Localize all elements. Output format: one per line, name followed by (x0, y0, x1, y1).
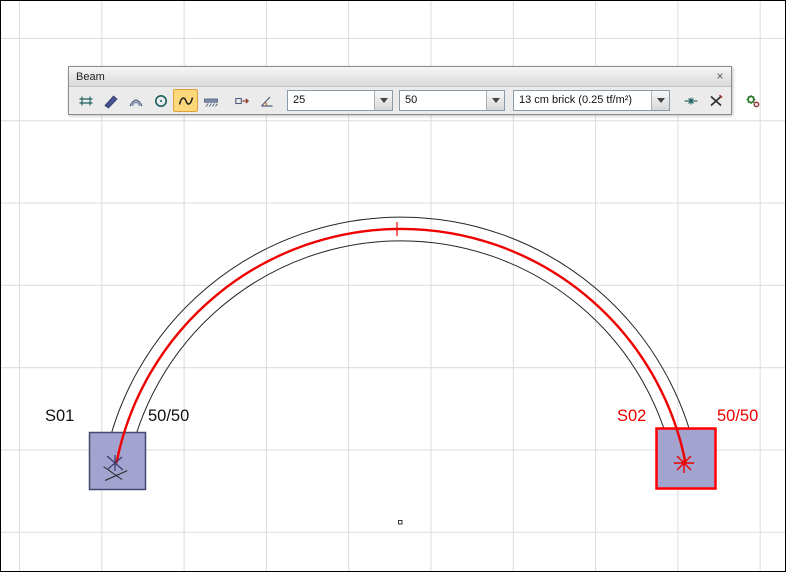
tool-curved-beam[interactable] (173, 89, 198, 112)
beam-inner-edge (127, 241, 675, 471)
tool-beam-angle[interactable] (254, 89, 279, 112)
origin-marker (399, 521, 403, 525)
width-combo-value: 25 (288, 91, 374, 110)
chevron-down-icon[interactable] (374, 91, 392, 110)
label-s01: S01 (45, 407, 74, 425)
curved-beam-icon (178, 93, 194, 109)
wall-load-combo[interactable]: 13 cm brick (0.25 tf/m²) (513, 90, 670, 111)
toolbar-titlebar[interactable]: Beam × (69, 67, 731, 87)
apex-marker (390, 222, 404, 236)
depth-combo-value: 50 (400, 91, 486, 110)
label-s01-section: 50/50 (148, 407, 189, 425)
tool-beam-offset[interactable] (229, 89, 254, 112)
width-combo[interactable]: 25 (287, 90, 393, 111)
wall-load-combo-value: 13 cm brick (0.25 tf/m²) (514, 91, 651, 110)
beam-toolbar: Beam × (68, 66, 732, 115)
tool-circle-beam[interactable] (148, 89, 173, 112)
continuous-beam-icon (203, 93, 219, 109)
close-icon[interactable]: × (713, 70, 727, 84)
tool-beam-two-points[interactable] (73, 89, 98, 112)
tool-continuous-beam[interactable] (198, 89, 223, 112)
inclined-beam-icon (103, 93, 119, 109)
settings-gears-icon (745, 93, 761, 109)
tool-edit-tools[interactable] (703, 89, 728, 112)
drawing-canvas[interactable]: S01 50/50 S02 50/50 Beam × (0, 0, 786, 572)
tool-inclined-beam[interactable] (98, 89, 123, 112)
arc-beam-icon (128, 93, 144, 109)
beam-offset-icon (234, 93, 250, 109)
chevron-down-icon[interactable] (651, 91, 669, 110)
label-s02: S02 (617, 407, 646, 425)
depth-combo[interactable]: 50 (399, 90, 505, 111)
tool-settings[interactable] (740, 89, 765, 112)
beam-angle-icon (259, 93, 275, 109)
toolbar-buttons-row: 25 50 13 cm brick (0.25 tf/m²) (69, 87, 731, 114)
node-snap-icon (683, 93, 699, 109)
label-s02-section: 50/50 (717, 407, 758, 425)
tool-arc-beam[interactable] (123, 89, 148, 112)
tool-node-snap[interactable] (678, 89, 703, 112)
beam-centerline[interactable] (116, 229, 685, 463)
toolbar-title: Beam (76, 71, 713, 83)
circle-beam-icon (153, 93, 169, 109)
beam-outer-edge (104, 217, 699, 466)
beam-two-points-icon (78, 93, 94, 109)
chevron-down-icon[interactable] (486, 91, 504, 110)
edit-tools-icon (708, 93, 724, 109)
node-marker-right (674, 453, 694, 473)
column-s02[interactable] (657, 429, 716, 489)
